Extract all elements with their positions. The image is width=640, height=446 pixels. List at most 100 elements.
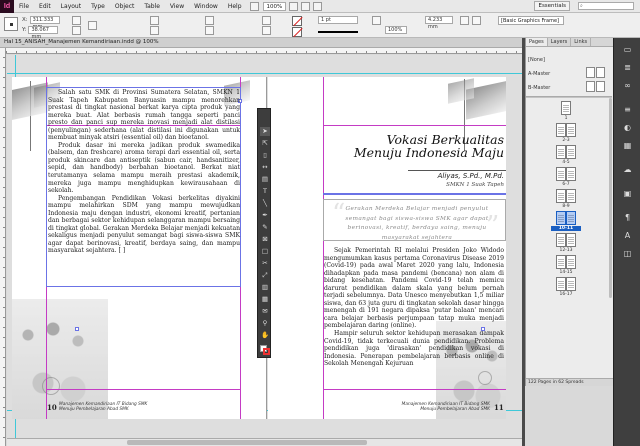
frame-handle[interactable]: [481, 327, 485, 331]
swatches-icon[interactable]: ▦: [622, 140, 633, 151]
scale-y-icon[interactable]: [150, 26, 159, 35]
spread-thumbnail[interactable]: [556, 255, 576, 269]
master-thumbnail[interactable]: [586, 67, 595, 78]
rotate-icon[interactable]: [205, 16, 214, 25]
menu-layout[interactable]: Layout: [56, 3, 86, 10]
panel-divider[interactable]: [526, 96, 612, 98]
tab-links[interactable]: Links: [571, 38, 592, 46]
vertical-ruler[interactable]: [0, 48, 6, 446]
zoom-level-field[interactable]: 100%: [262, 1, 287, 11]
master-thumbnail[interactable]: [596, 67, 605, 78]
scissors-tool-icon[interactable]: ✂: [260, 259, 270, 268]
horizontal-scroll-thumb[interactable]: [127, 440, 367, 445]
pen-tool-icon[interactable]: ✒: [260, 211, 270, 220]
stroke-icon[interactable]: ≡: [622, 104, 633, 115]
layers-icon[interactable]: ≣: [622, 62, 633, 73]
left-body-text[interactable]: Salah satu SMK di Provinsi Sumatera Sela…: [48, 89, 240, 255]
scale-x-icon[interactable]: [150, 16, 159, 25]
spread-thumbnail[interactable]: [556, 123, 576, 137]
y-position-field[interactable]: 38.067 mm: [28, 26, 59, 40]
stroke-icon[interactable]: [263, 348, 270, 355]
page-thumbnail[interactable]: [566, 211, 576, 225]
pages-panel-scrollbar[interactable]: [609, 98, 612, 298]
fill-swatch-icon[interactable]: [292, 16, 302, 26]
flip-vertical-icon[interactable]: [262, 26, 271, 35]
direct-selection-tool-icon[interactable]: ⇱: [260, 139, 270, 148]
horizontal-ruler[interactable]: [6, 48, 522, 54]
spread-thumbnail[interactable]: [556, 167, 576, 181]
page-thumbnail[interactable]: [566, 255, 576, 269]
master-none[interactable]: [None]: [528, 57, 545, 63]
page-thumbnail[interactable]: [566, 233, 576, 247]
text-wrap-icon[interactable]: ▣: [622, 188, 633, 199]
reference-point-icon[interactable]: [4, 17, 18, 31]
fill-stroke-swatches[interactable]: [260, 345, 270, 355]
content-collector-icon[interactable]: ▤: [260, 175, 270, 184]
page-thumbnail[interactable]: [556, 255, 566, 269]
menu-object[interactable]: Object: [110, 3, 140, 10]
master-thumbnail[interactable]: [586, 81, 595, 92]
workspace-switcher[interactable]: Essentials: [534, 1, 570, 11]
horizontal-scrollbar[interactable]: [7, 438, 522, 446]
cc-libraries-icon[interactable]: ☁: [622, 164, 633, 175]
stroke-type-preview[interactable]: [318, 31, 358, 33]
free-transform-tool-icon[interactable]: ⤢: [260, 271, 270, 280]
type-tool-icon[interactable]: T: [260, 187, 270, 196]
screen-mode-icon[interactable]: [301, 1, 311, 11]
page-thumbnail[interactable]: [556, 211, 566, 225]
menu-file[interactable]: File: [14, 3, 34, 10]
master-thumbnail[interactable]: [596, 81, 605, 92]
constrain-proportions-icon[interactable]: [88, 21, 97, 30]
page-thumbnail[interactable]: [556, 277, 566, 291]
gap-tool-icon[interactable]: ↔: [260, 163, 270, 172]
character-styles-icon[interactable]: A: [622, 230, 633, 241]
width-field[interactable]: [72, 16, 81, 25]
spread-thumbnail[interactable]: [556, 233, 576, 247]
page-tool-icon[interactable]: ▯: [260, 151, 270, 160]
frame-handle[interactable]: [75, 327, 79, 331]
page-thumbnail[interactable]: [561, 101, 571, 115]
menu-view[interactable]: View: [165, 3, 189, 10]
article-heading[interactable]: Vokasi Berkualitas Menuju Indonesia Maju: [328, 133, 504, 159]
note-tool-icon[interactable]: ✉: [260, 307, 270, 316]
opacity-field[interactable]: 100%: [385, 26, 407, 34]
rectangle-frame-tool-icon[interactable]: ⊠: [260, 235, 270, 244]
menu-help[interactable]: Help: [223, 3, 247, 10]
flip-horizontal-icon[interactable]: [262, 16, 271, 25]
paragraph-styles-icon[interactable]: ¶: [622, 212, 633, 223]
spread-thumbnail[interactable]: [556, 145, 576, 159]
text-wrap-toolbar-icon[interactable]: [460, 16, 469, 25]
view-options-icon[interactable]: [289, 1, 299, 11]
left-page[interactable]: Salah satu SMK di Provinsi Sumatera Sela…: [12, 77, 267, 419]
bridge-icon[interactable]: [249, 1, 259, 11]
tab-pages[interactable]: Pages: [526, 38, 548, 46]
links-icon[interactable]: ∞: [622, 80, 633, 91]
shear-icon[interactable]: [205, 26, 214, 35]
page-thumbnail[interactable]: [566, 277, 576, 291]
pages-icon[interactable]: ▭: [622, 44, 633, 55]
eyedropper-tool-icon[interactable]: ⚲: [260, 319, 270, 328]
arrange-documents-icon[interactable]: [313, 1, 323, 11]
object-style-select[interactable]: [Basic Graphics Frame]: [498, 16, 564, 25]
page-thumbnail[interactable]: [566, 167, 576, 181]
search-input[interactable]: ⌕: [578, 2, 634, 10]
menu-type[interactable]: Type: [86, 3, 110, 10]
right-body-text[interactable]: Sejak Pemerintah RI melalui Presiden Jok…: [324, 247, 504, 368]
menu-table[interactable]: Table: [139, 3, 165, 10]
master-a[interactable]: A-Master: [528, 71, 550, 77]
master-b[interactable]: B-Master: [528, 85, 550, 91]
pencil-tool-icon[interactable]: ✎: [260, 223, 270, 232]
color-icon[interactable]: ◐: [622, 122, 633, 133]
stroke-swatch-icon[interactable]: [292, 27, 302, 37]
menu-edit[interactable]: Edit: [34, 3, 56, 10]
page-thumbnail[interactable]: [556, 167, 566, 181]
object-styles-icon[interactable]: ◫: [622, 248, 633, 259]
right-page[interactable]: Vokasi Berkualitas Menuju Indonesia Maju…: [268, 77, 506, 419]
document-tab[interactable]: Hal 15_ANISAH_Manajemen Kemandiriaan.ind…: [4, 39, 159, 45]
tab-layers[interactable]: Layers: [548, 38, 572, 46]
spread-thumbnail-selected[interactable]: [556, 211, 576, 225]
rectangle-tool-icon[interactable]: □: [260, 247, 270, 256]
menu-window[interactable]: Window: [189, 3, 223, 10]
x-position-field[interactable]: 311.333 mm: [29, 16, 60, 30]
page-thumbnail[interactable]: [566, 145, 576, 159]
